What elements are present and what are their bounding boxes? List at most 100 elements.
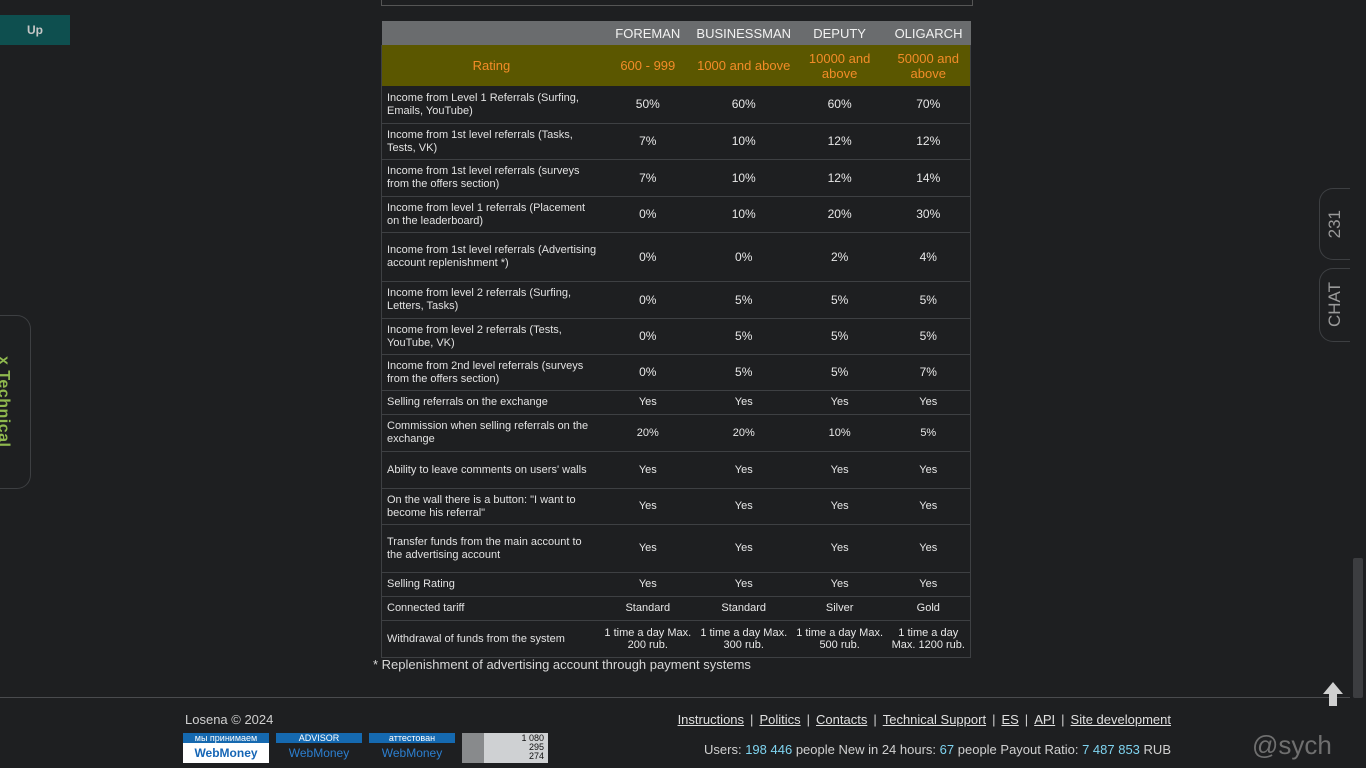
table-body: Income from Level 1 Referrals (Surfing, … xyxy=(380,86,971,658)
col-deputy: DEPUTY xyxy=(792,21,887,45)
row-value: 0% xyxy=(600,354,695,391)
payout-ratio: 7 487 853 xyxy=(1082,742,1140,757)
row-label: Income from level 2 referrals (Tests, Yo… xyxy=(380,318,601,355)
table-row: Income from 2nd level referrals (surveys… xyxy=(380,354,971,391)
row-value: 1 time a day Max. 300 rub. xyxy=(694,620,793,658)
row-value: 12% xyxy=(886,123,971,160)
row-label: Income from level 2 referrals (Surfing, … xyxy=(380,281,601,319)
rating-deputy: 10000 and above xyxy=(792,45,887,86)
link-politics[interactable]: Politics xyxy=(759,712,800,727)
previous-section-edge xyxy=(381,0,973,6)
row-label: Selling referrals on the exchange xyxy=(380,390,601,415)
row-value: 20% xyxy=(600,414,695,452)
table-row: Income from 1st level referrals (Tasks, … xyxy=(380,123,971,160)
row-value: 10% xyxy=(694,159,793,197)
row-value: Yes xyxy=(694,524,793,573)
row-value: Yes xyxy=(694,451,793,489)
row-label: On the wall there is a button: "I want t… xyxy=(380,488,601,525)
table-row: Transfer funds from the main account to … xyxy=(380,524,971,573)
row-value: 60% xyxy=(694,86,793,124)
footnote: * Replenishment of advertising account t… xyxy=(373,657,751,672)
rating-row: Rating 600 - 999 1000 and above 10000 an… xyxy=(380,45,971,86)
row-value: Yes xyxy=(694,572,793,597)
footer-links: Instructions | Politics | Contacts | Technical… xyxy=(677,712,1171,727)
row-value: 5% xyxy=(792,281,887,319)
footer-divider xyxy=(0,697,1350,698)
online-count-tab[interactable]: 231 xyxy=(1319,188,1350,260)
row-value: 1 time a day Max. 1200 rub. xyxy=(886,620,971,658)
online-count: 231 xyxy=(1325,209,1344,239)
row-value: Yes xyxy=(792,524,887,573)
row-value: Gold xyxy=(886,596,971,621)
table-row: Connected tariff Standard Standard Silver Go… xyxy=(380,596,971,621)
link-contacts[interactable]: Contacts xyxy=(816,712,867,727)
link-site-development[interactable]: Site development xyxy=(1071,712,1171,727)
table-row: Income from Level 1 Referrals (Surfing, … xyxy=(380,86,971,124)
row-value: 50% xyxy=(600,86,695,124)
row-value: 5% xyxy=(694,281,793,319)
visit-counter[interactable]: 1 080 295 274 xyxy=(462,733,548,763)
chat-tab[interactable]: CHAT xyxy=(1319,268,1350,342)
copyright: Losena © 2024 xyxy=(185,712,274,727)
payment-badges: мы принимаем WebMoney ADVISOR WebMoney а… xyxy=(183,733,548,763)
counter-visitors: 274 xyxy=(528,751,544,761)
counter-chart-icon xyxy=(462,733,484,763)
chat-label: CHAT xyxy=(1325,282,1344,328)
row-value: 5% xyxy=(886,318,971,355)
row-value: 1 time a day Max. 200 rub. xyxy=(600,620,695,658)
row-value: 7% xyxy=(600,159,695,197)
row-label: Income from level 1 referrals (Placement… xyxy=(380,196,601,233)
row-label: Ability to leave comments on users' wall… xyxy=(380,451,601,489)
link-language[interactable]: ES xyxy=(1001,712,1018,727)
row-value: Silver xyxy=(792,596,887,621)
row-label: Income from 1st level referrals (Tasks, … xyxy=(380,123,601,160)
table-header: FOREMAN BUSINESSMAN DEPUTY OLIGARCH xyxy=(381,21,971,45)
table-row: Selling referrals on the exchange Yes Yes Y… xyxy=(380,390,971,415)
row-value: 70% xyxy=(886,86,971,124)
new-users-count: 67 xyxy=(939,742,955,757)
row-value: Yes xyxy=(886,524,971,573)
row-value: Yes xyxy=(792,390,887,415)
row-value: 30% xyxy=(886,196,971,233)
row-value: 1 time a day Max. 500 rub. xyxy=(792,620,887,658)
rating-foreman: 600 - 999 xyxy=(600,45,695,86)
row-value: Yes xyxy=(886,488,971,525)
link-api[interactable]: API xyxy=(1034,712,1055,727)
row-value: 0% xyxy=(600,281,695,319)
row-value: 0% xyxy=(600,318,695,355)
table-row: Income from level 2 referrals (Surfing, … xyxy=(380,281,971,319)
row-value: 60% xyxy=(792,86,887,124)
scroll-to-top-icon[interactable] xyxy=(1322,680,1344,708)
row-value: Yes xyxy=(886,390,971,415)
row-value: Yes xyxy=(886,451,971,489)
row-value: Yes xyxy=(600,390,695,415)
rating-businessman: 1000 and above xyxy=(694,45,793,86)
site-stats: Users: 198 446 people New in 24 hours: 6… xyxy=(704,742,1171,757)
scrollbar-thumb[interactable] xyxy=(1353,558,1363,698)
table-row: Income from level 1 referrals (Placement… xyxy=(380,196,971,233)
link-technical-support[interactable]: Technical Support xyxy=(883,712,986,727)
technical-support-tab[interactable]: x Technical xyxy=(0,315,31,489)
row-value: 2% xyxy=(792,232,887,282)
row-label: Income from Level 1 Referrals (Surfing, … xyxy=(380,86,601,124)
row-label: Transfer funds from the main account to … xyxy=(380,524,601,573)
row-value: 10% xyxy=(792,414,887,452)
webmoney-attested-badge[interactable]: аттестован WebMoney xyxy=(369,733,455,763)
row-value: 20% xyxy=(792,196,887,233)
table-row: Commission when selling referrals on the… xyxy=(380,414,971,452)
row-label: Income from 1st level referrals (Adverti… xyxy=(380,232,601,282)
row-value: 5% xyxy=(886,281,971,319)
col-oligarch: OLIGARCH xyxy=(886,21,971,45)
webmoney-accept-badge[interactable]: мы принимаем WebMoney xyxy=(183,733,269,763)
link-instructions[interactable]: Instructions xyxy=(678,712,744,727)
table-row: Income from level 2 referrals (Tests, Yo… xyxy=(380,318,971,355)
row-label: Commission when selling referrals on the… xyxy=(380,414,601,452)
up-button[interactable]: Up xyxy=(0,15,70,45)
watermark: @sych xyxy=(1252,730,1332,760)
row-value: 14% xyxy=(886,159,971,197)
table-row: Income from 1st level referrals (surveys… xyxy=(380,159,971,197)
col-businessman: BUSINESSMAN xyxy=(694,21,793,45)
scrollbar[interactable] xyxy=(1350,0,1366,768)
webmoney-advisor-badge[interactable]: ADVISOR WebMoney xyxy=(276,733,362,763)
row-value: Yes xyxy=(600,488,695,525)
